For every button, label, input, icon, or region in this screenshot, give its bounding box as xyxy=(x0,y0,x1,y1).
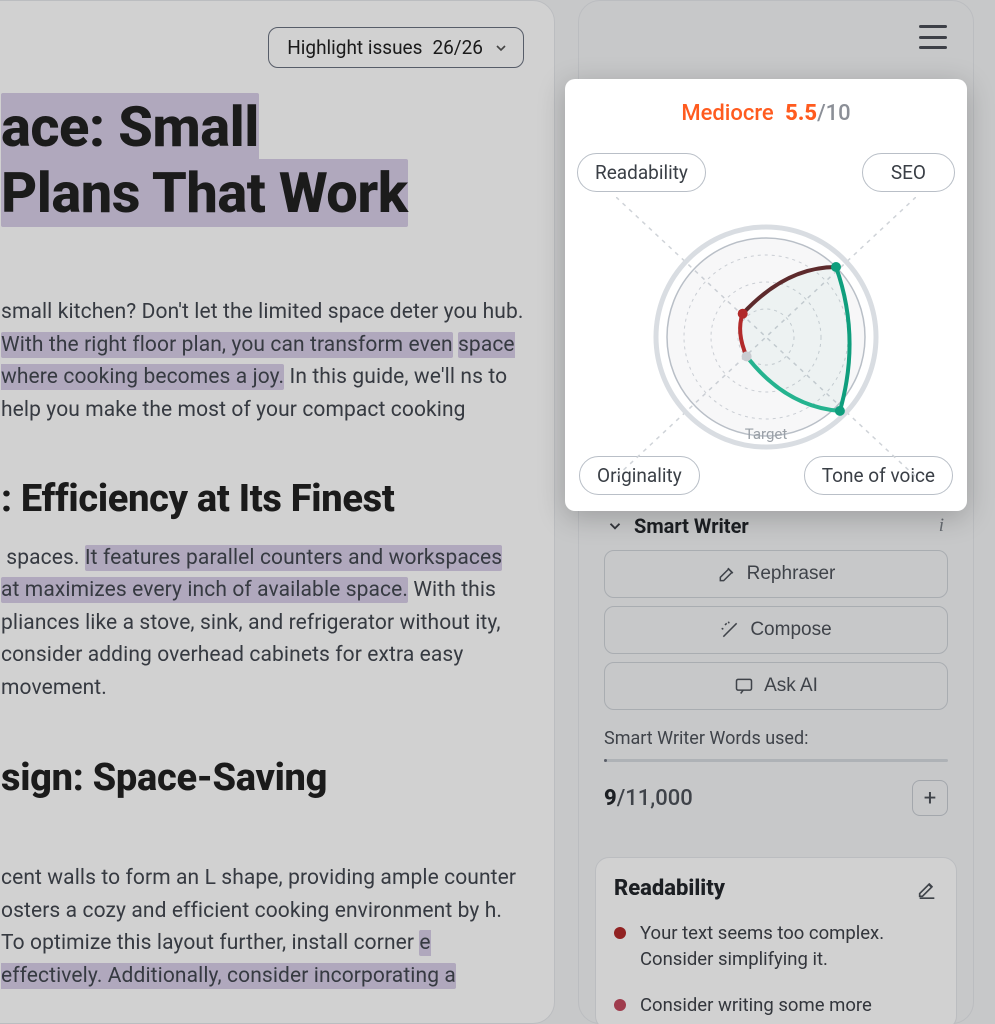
smart-writer-usage-label: Smart Writer Words used: xyxy=(604,728,948,749)
target-label: Target xyxy=(736,425,796,443)
readability-issue-text: Consider writing some more xyxy=(640,993,872,1019)
add-words-button[interactable]: + xyxy=(912,780,948,816)
doc-title: ace: SmallPlans That Work xyxy=(1,94,524,226)
smart-writer-limit: /11,000 xyxy=(617,786,693,811)
severity-dot xyxy=(614,999,626,1011)
score-word: Mediocre xyxy=(681,101,773,126)
score-heading: Mediocre 5.5/10 xyxy=(583,101,949,126)
smart-writer-title: Smart Writer xyxy=(634,514,929,538)
ask-ai-button[interactable]: Ask AI xyxy=(604,662,948,710)
highlight-issues-count: 26/26 xyxy=(432,36,483,59)
smart-writer-usage-bar xyxy=(604,759,948,762)
smart-writer-used: 9 xyxy=(604,786,617,811)
edit-icon xyxy=(717,564,737,584)
doc-h2-2: sign: Space-Saving xyxy=(1,755,524,803)
menu-button[interactable] xyxy=(919,25,947,49)
chevron-down-icon xyxy=(493,40,509,56)
compose-button[interactable]: Compose xyxy=(604,606,948,654)
sidebar-panel: Mediocre 5.5/10 Readability SEO Original… xyxy=(578,0,974,1024)
score-popover: Mediocre 5.5/10 Readability SEO Original… xyxy=(565,79,967,511)
doc-para-1: spaces. It features parallel counters an… xyxy=(1,542,524,705)
readability-issue[interactable]: Your text seems too complex. Consider si… xyxy=(614,921,938,973)
readability-title: Readability xyxy=(614,876,916,901)
score-max: /10 xyxy=(817,101,851,126)
pill-seo[interactable]: SEO xyxy=(862,153,955,192)
doc-para-2: cent walls to form an L shape, providing… xyxy=(1,862,524,992)
highlight-issues-dropdown[interactable]: Highlight issues 26/26 xyxy=(268,27,524,68)
readability-issue[interactable]: Consider writing some more xyxy=(614,993,938,1019)
smart-writer-section: Smart Writer i Rephraser Compose Ask AI … xyxy=(595,507,957,827)
score-value: 5.5 xyxy=(785,101,817,126)
info-icon[interactable]: i xyxy=(939,515,944,537)
edit-icon[interactable] xyxy=(916,878,938,900)
doc-h2-1: : Efficiency at Its Finest xyxy=(1,476,524,524)
chat-icon xyxy=(734,676,754,696)
pill-readability[interactable]: Readability xyxy=(577,153,706,192)
doc-intro: small kitchen? Don't let the limited spa… xyxy=(1,296,524,426)
wand-icon xyxy=(720,620,740,640)
highlight-issues-label: Highlight issues xyxy=(287,36,422,59)
readability-issue-text: Your text seems too complex. Consider si… xyxy=(640,921,938,973)
rephraser-button[interactable]: Rephraser xyxy=(604,550,948,598)
readability-card: Readability Your text seems too complex.… xyxy=(595,857,957,1024)
severity-dot xyxy=(614,927,626,939)
editor-panel: Highlight issues 26/26 ace: SmallPlans T… xyxy=(0,0,555,1024)
chevron-down-icon[interactable] xyxy=(606,517,624,535)
